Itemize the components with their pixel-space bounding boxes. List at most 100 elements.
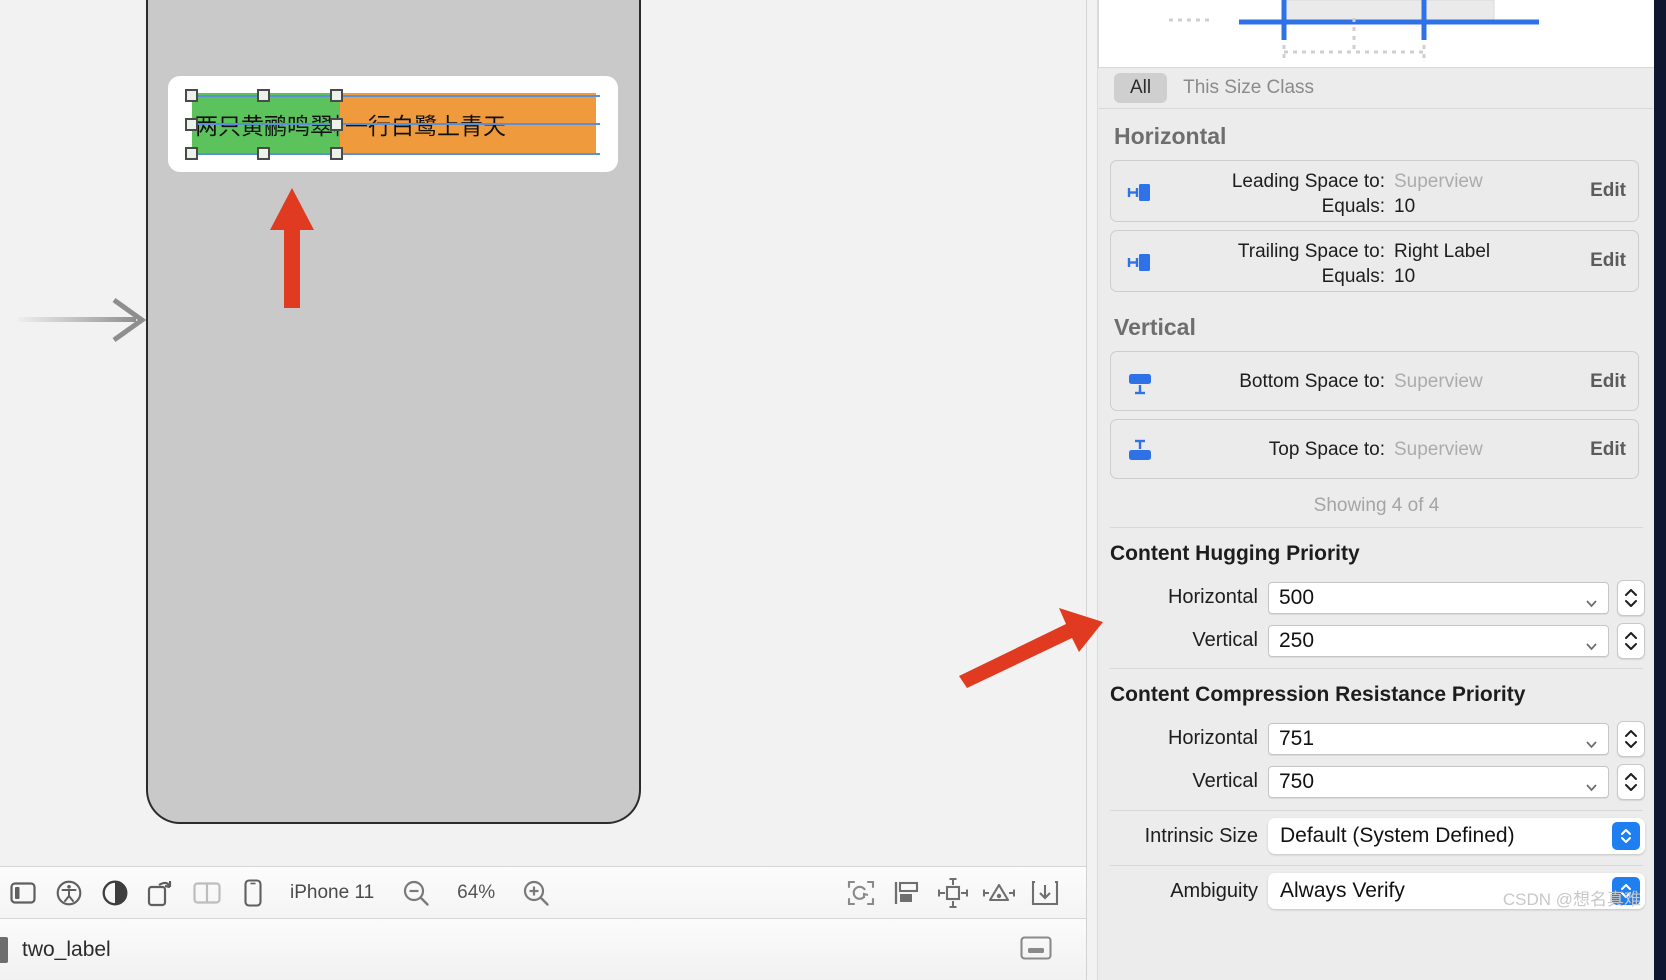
bottom-space-icon <box>1125 368 1155 398</box>
compression-horizontal-label: Horizontal <box>1167 727 1258 749</box>
trailing-relation-value: Right Label <box>1394 241 1491 262</box>
content-hugging-horizontal-row[interactable]: Horizontal 500 <box>1098 576 1655 619</box>
resolve-auto-layout-issues-icon[interactable] <box>976 867 1022 919</box>
vertical-section-title: Vertical <box>1114 314 1196 340</box>
chevron-up-down-icon[interactable] <box>1612 822 1640 850</box>
compression-vertical-combo[interactable]: 750 <box>1268 765 1609 798</box>
compression-vertical-label: Vertical <box>1192 770 1258 792</box>
canvas-bottom-toolbar[interactable]: iPhone 11 64% <box>0 866 1086 919</box>
chevron-down-icon <box>1585 776 1598 791</box>
window-right-edge <box>1654 0 1666 980</box>
add-new-constraints-icon[interactable] <box>930 867 976 919</box>
edit-leading-space-button[interactable]: Edit <box>1590 180 1626 202</box>
watermark-label: CSDN @想名真难 <box>1502 890 1641 909</box>
selection-handle-bottom-left[interactable] <box>185 147 198 160</box>
constraint-guide-middle <box>188 123 600 125</box>
top-relation-label: Top Space to: <box>1268 439 1385 460</box>
segment-all[interactable]: All <box>1114 73 1168 103</box>
compression-vertical-value: 750 <box>1279 769 1315 793</box>
top-space-icon <box>1125 436 1155 466</box>
red-annotation-arrow-inspector <box>955 600 1105 695</box>
document-icon <box>0 937 8 963</box>
selection-handle-middle-left[interactable] <box>185 118 198 131</box>
constraint-bottom-space[interactable]: Bottom Space to: Superview Edit <box>1110 351 1639 411</box>
selection-handle-top-left[interactable] <box>185 89 198 102</box>
intrinsic-size-value: Default (System Defined) <box>1280 824 1515 847</box>
content-hugging-vertical-stepper[interactable] <box>1617 622 1645 659</box>
compression-vertical-stepper[interactable] <box>1617 763 1645 800</box>
size-inspector-panel[interactable]: All This Size Class Horizontal Leading S… <box>1086 0 1655 980</box>
trailing-space-icon <box>1125 247 1155 277</box>
leading-space-icon <box>1125 177 1155 207</box>
edit-trailing-space-button[interactable]: Edit <box>1590 250 1626 272</box>
zoom-out-icon[interactable] <box>388 867 444 919</box>
compression-horizontal-stepper[interactable] <box>1617 720 1645 757</box>
leading-equals-label: Equals: <box>1321 196 1385 217</box>
accessibility-icon[interactable] <box>46 867 92 919</box>
compression-horizontal-row[interactable]: Horizontal 751 <box>1098 717 1655 760</box>
interface-builder-canvas[interactable]: 两只黄鹂鸣翠柳 一行白鹭上青天 <box>0 0 1086 866</box>
constraint-preview-diagram[interactable] <box>1098 0 1655 68</box>
zoom-in-icon[interactable] <box>508 867 564 919</box>
intrinsic-size-label: Intrinsic Size <box>1144 824 1258 847</box>
label-container-view[interactable]: 两只黄鹂鸣翠柳 一行白鹭上青天 <box>168 76 618 172</box>
selection-handle-top-right[interactable] <box>330 89 343 102</box>
constraint-top-space[interactable]: Top Space to: Superview Edit <box>1110 419 1639 479</box>
sidebar-toggle-icon[interactable] <box>0 867 46 919</box>
bottom-relation-label: Bottom Space to: <box>1239 371 1385 392</box>
edit-bottom-space-button[interactable]: Edit <box>1590 371 1626 393</box>
compression-horizontal-combo[interactable]: 751 <box>1268 722 1609 755</box>
embed-in-stack-icon[interactable] <box>884 867 930 919</box>
update-frames-icon[interactable] <box>838 867 884 919</box>
content-hugging-horizontal-value: 500 <box>1279 585 1315 609</box>
content-hugging-horizontal-stepper[interactable] <box>1617 579 1645 616</box>
horizontal-section-title: Horizontal <box>1114 123 1227 149</box>
library-panel-icon[interactable] <box>1020 935 1052 965</box>
leading-equals-value: 10 <box>1394 196 1416 217</box>
content-hugging-horizontal-label: Horizontal <box>1167 586 1258 608</box>
selection-handle-bottom-right[interactable] <box>330 147 343 160</box>
content-hugging-vertical-value: 250 <box>1279 628 1315 652</box>
compression-vertical-row[interactable]: Vertical 750 <box>1098 760 1655 803</box>
trailing-equals-label: Equals: <box>1321 266 1385 287</box>
constraint-leading-space[interactable]: Leading Space to: Superview Equals: 10 E… <box>1110 160 1639 222</box>
content-hugging-horizontal-combo[interactable]: 500 <box>1268 581 1609 614</box>
appearance-contrast-icon[interactable] <box>92 867 138 919</box>
device-bezel-icon[interactable] <box>230 867 276 919</box>
chevron-down-icon <box>1585 733 1598 748</box>
constraint-guide-bottom <box>188 153 600 155</box>
selection-handle-bottom-center[interactable] <box>257 147 270 160</box>
intrinsic-size-popup[interactable]: Default (System Defined) <box>1268 818 1645 854</box>
compression-resistance-title: Content Compression Resistance Priority <box>1110 683 1526 706</box>
device-name-label[interactable]: iPhone 11 <box>276 867 388 919</box>
red-annotation-arrow-canvas <box>268 188 324 317</box>
selection-handle-top-center[interactable] <box>257 89 270 102</box>
edit-top-space-button[interactable]: Edit <box>1590 439 1626 461</box>
ambiguity-value: Always Verify <box>1280 879 1405 902</box>
segment-this-size-class[interactable]: This Size Class <box>1167 73 1330 103</box>
gray-annotation-arrow <box>18 296 148 349</box>
content-hugging-title: Content Hugging Priority <box>1110 542 1360 565</box>
content-hugging-vertical-combo[interactable]: 250 <box>1268 624 1609 657</box>
content-hugging-vertical-label: Vertical <box>1192 629 1258 651</box>
compression-horizontal-value: 751 <box>1279 726 1315 750</box>
add-editor-icon[interactable] <box>1022 867 1068 919</box>
assistant-editor-icon[interactable] <box>184 867 230 919</box>
constraint-guide-top <box>188 95 600 97</box>
leading-relation-value: Superview <box>1394 171 1483 192</box>
bottom-relation-value: Superview <box>1394 371 1483 392</box>
constraint-trailing-space[interactable]: Trailing Space to: Right Label Equals: 1… <box>1110 230 1639 292</box>
intrinsic-size-row[interactable]: Intrinsic Size Default (System Defined) <box>1098 811 1655 861</box>
content-hugging-vertical-row[interactable]: Vertical 250 <box>1098 619 1655 662</box>
document-status-bar: two_label <box>0 918 1086 980</box>
trailing-relation-label: Trailing Space to: <box>1237 241 1385 262</box>
leading-relation-label: Leading Space to: <box>1231 171 1385 192</box>
size-class-segmented-control[interactable]: All This Size Class <box>1098 68 1655 109</box>
chevron-down-icon <box>1585 592 1598 607</box>
ambiguity-label: Ambiguity <box>1170 879 1258 902</box>
selection-handle-middle-right[interactable] <box>330 118 343 131</box>
zoom-level-label: 64% <box>457 882 496 903</box>
inspector-gutter <box>1087 0 1098 980</box>
orientation-rotate-icon[interactable] <box>138 867 184 919</box>
selected-object-label: two_label <box>22 938 111 961</box>
